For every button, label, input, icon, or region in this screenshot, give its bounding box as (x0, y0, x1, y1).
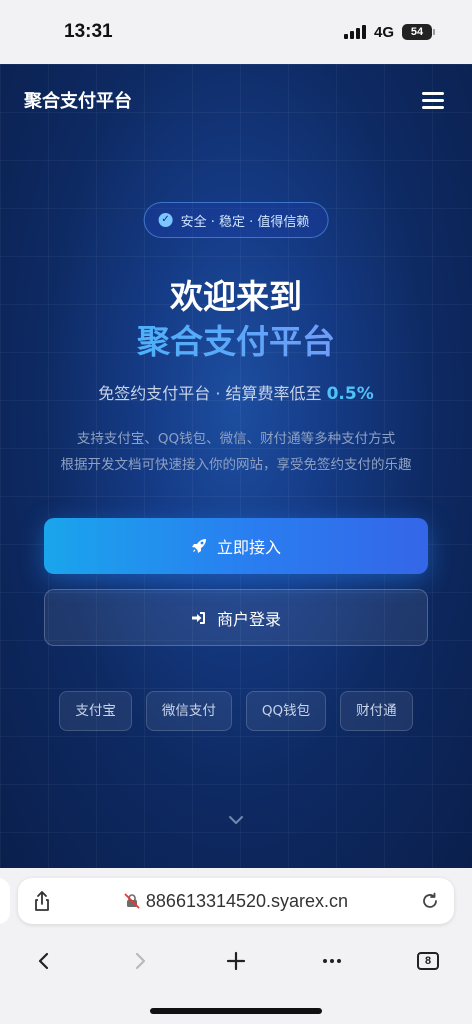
hero-description: 支持支付宝、QQ钱包、微信、财付通等多种支付方式 根据开发文档可快速接入你的网站… (0, 426, 472, 478)
safari-bottom-bar: 886613314520.syarex.cn 8 (0, 868, 472, 1024)
merchant-login-button[interactable]: 商户登录 (44, 589, 428, 646)
payment-chip-alipay[interactable]: 支付宝 (59, 691, 132, 731)
address-bar[interactable]: 886613314520.syarex.cn (18, 878, 454, 924)
tabs-count: 8 (417, 952, 439, 970)
not-secure-icon (124, 893, 140, 909)
url-display[interactable]: 886613314520.syarex.cn (18, 878, 454, 924)
sign-in-icon (191, 610, 207, 626)
safari-toolbar: 8 (0, 944, 472, 978)
description-line-2: 根据开发文档可快速接入你的网站，享受免签约支付的乐趣 (60, 457, 412, 473)
tabs-overview-button[interactable]: 8 (411, 944, 445, 978)
payment-chip-qqwallet[interactable]: QQ钱包 (245, 691, 327, 731)
trust-badge: ✓ 安全 · 稳定 · 值得信赖 (143, 202, 329, 238)
fee-rate: 0.5% (326, 384, 374, 404)
payment-chip-wechat[interactable]: 微信支付 (145, 691, 232, 731)
previous-tab-peek[interactable] (0, 878, 10, 924)
rocket-icon (191, 538, 207, 554)
connect-now-label: 立即接入 (216, 538, 281, 557)
connect-now-button[interactable]: 立即接入 (44, 518, 428, 574)
new-tab-plus-icon[interactable] (219, 944, 253, 978)
back-icon[interactable] (27, 944, 61, 978)
top-nav: 聚合支付平台 (0, 64, 472, 136)
network-type: 4G (373, 23, 394, 41)
battery-icon: 54 (402, 24, 435, 40)
url-text: 886613314520.syarex.cn (145, 890, 349, 911)
check-circle-icon: ✓ (158, 213, 173, 227)
status-indicators: 4G 54 (343, 23, 435, 41)
hero-subline: 免签约支付平台 · 结算费率低至 0.5% (0, 380, 472, 404)
cellular-signal-icon (343, 25, 366, 39)
hero-title-line1: 欢迎来到 (170, 277, 302, 316)
payment-chip-tenpay[interactable]: 财付通 (340, 691, 413, 731)
home-indicator (150, 1008, 322, 1014)
description-line-1: 支持支付宝、QQ钱包、微信、财付通等多种支付方式 (76, 431, 396, 447)
reload-icon[interactable] (420, 891, 440, 911)
hero-title-line2: 聚合支付平台 (0, 315, 472, 363)
status-bar: 13:31 4G 54 (0, 0, 472, 64)
forward-icon[interactable] (123, 944, 157, 978)
web-page: 聚合支付平台 ✓ 安全 · 稳定 · 值得信赖 欢迎来到 聚合支付平台 免签约支… (0, 64, 472, 868)
payment-methods: 支付宝 微信支付 QQ钱包 财付通 (0, 691, 472, 731)
brand-logo[interactable]: 聚合支付平台 (24, 87, 132, 113)
status-time: 13:31 (64, 21, 113, 42)
more-options-icon[interactable] (315, 944, 349, 978)
subline-text: 免签约支付平台 · 结算费率低至 (98, 384, 327, 403)
hamburger-menu-icon[interactable] (422, 91, 444, 109)
chevron-down-icon[interactable] (226, 810, 246, 830)
merchant-login-label: 商户登录 (216, 609, 281, 629)
trust-badge-label: 安全 · 稳定 · 值得信赖 (180, 214, 310, 230)
